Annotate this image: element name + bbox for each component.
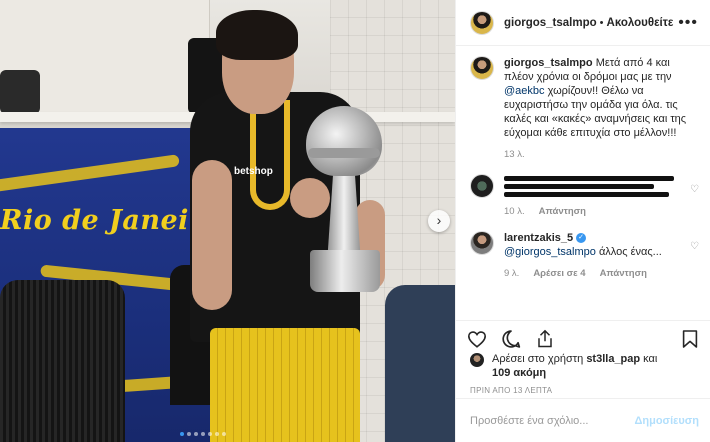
comments-list[interactable]: giorgos_tsalmpo Μετά από 4 και πλέον χρό… [456,46,710,320]
player-shorts [210,328,360,442]
like-heart-icon[interactable] [466,328,488,350]
player-hand [290,178,330,218]
comment-time: 10 λ. [504,206,525,217]
caption-username[interactable]: giorgos_tsalmpo [504,57,593,69]
liker-username[interactable]: st3lla_pap [586,353,640,365]
following-button[interactable]: Ακολουθείτε [607,17,674,29]
author-username[interactable]: giorgos_tsalmpo [504,17,597,29]
bookmark-save-icon[interactable] [679,328,701,350]
next-photo-button[interactable]: › [428,210,450,232]
post-timestamp[interactable]: ΠΡΙΝ ΑΠΟ 13 ΛΕΠΤΑ [470,386,552,395]
commenter-avatar[interactable] [470,231,494,255]
like-comment-icon[interactable]: ♡ [690,241,699,252]
share-upload-icon[interactable] [534,328,556,350]
comment-item: 10 λ. Απάντηση ♡ [470,174,699,219]
redacted-text [504,192,669,197]
carousel-dot [180,432,184,436]
carousel-dot [215,432,219,436]
chair-left [0,280,125,442]
like-comment-icon[interactable]: ♡ [690,184,699,195]
carousel-dot [208,432,212,436]
redacted-text [504,184,654,189]
likes-prefix: Αρέσει στο χρήστη [492,353,587,365]
player-hair [216,10,298,60]
redacted-text [504,176,674,181]
comment-input[interactable] [470,414,635,427]
comment-item: larentzakis_5 ✓ @giorgos_tsalmpo άλλος έν… [470,231,699,281]
verified-badge-icon: ✓ [576,233,587,244]
comment-bubble-icon[interactable] [500,328,522,350]
trophy-base [310,250,380,292]
comment-time: 9 λ. [504,268,520,279]
comment-text: άλλος ένας... [595,246,662,258]
chevron-right-icon: › [436,212,442,228]
comment-mention[interactable]: @giorgos_tsalmpo [504,246,596,258]
carousel-dots [180,432,226,436]
commenter-username[interactable]: larentzakis_5 [504,232,573,244]
medal-ribbon [250,100,290,210]
liker-avatar[interactable] [470,353,484,367]
carousel-dot [201,432,205,436]
trophy-ring [308,148,380,158]
likes-connector: και [640,353,658,365]
bag-left [0,70,40,114]
add-comment-bar: Δημοσίευση [456,398,710,442]
likes-others-count[interactable]: 109 ακόμη [492,367,546,379]
caption: giorgos_tsalmpo Μετά από 4 και πλέον χρό… [470,56,699,162]
carousel-dot [194,432,198,436]
shirt-logo: betshop [234,166,273,177]
more-options-icon[interactable]: ••• [678,14,698,32]
carousel-dot [187,432,191,436]
player-arm-left [192,160,232,310]
caption-time: 13 λ. [504,149,525,160]
header-separator: • [599,16,604,29]
carousel-dot [222,432,226,436]
comment-likes-count[interactable]: Αρέσει σε 4 [533,267,585,281]
reply-button[interactable]: Απάντηση [539,205,586,219]
post-side-panel: giorgos_tsalmpo • Ακολουθείτε ••• giorgo… [455,0,710,442]
caption-mention[interactable]: @aekbc [504,85,545,97]
caption-avatar[interactable] [470,56,494,80]
reply-button[interactable]: Απάντηση [600,267,647,281]
trophy-cup [306,106,382,176]
commenter-avatar[interactable] [470,174,494,198]
seated-person [385,285,455,442]
author-avatar[interactable] [470,10,494,35]
post-photo[interactable]: Rio de Janeiro betshop › [0,0,455,442]
action-bar [456,320,710,356]
post-comment-button[interactable]: Δημοσίευση [634,415,699,427]
post-header: giorgos_tsalmpo • Ακολουθείτε ••• [456,0,710,46]
likes-summary: Αρέσει στο χρήστη st3lla_pap και 109 ακό… [470,352,700,380]
